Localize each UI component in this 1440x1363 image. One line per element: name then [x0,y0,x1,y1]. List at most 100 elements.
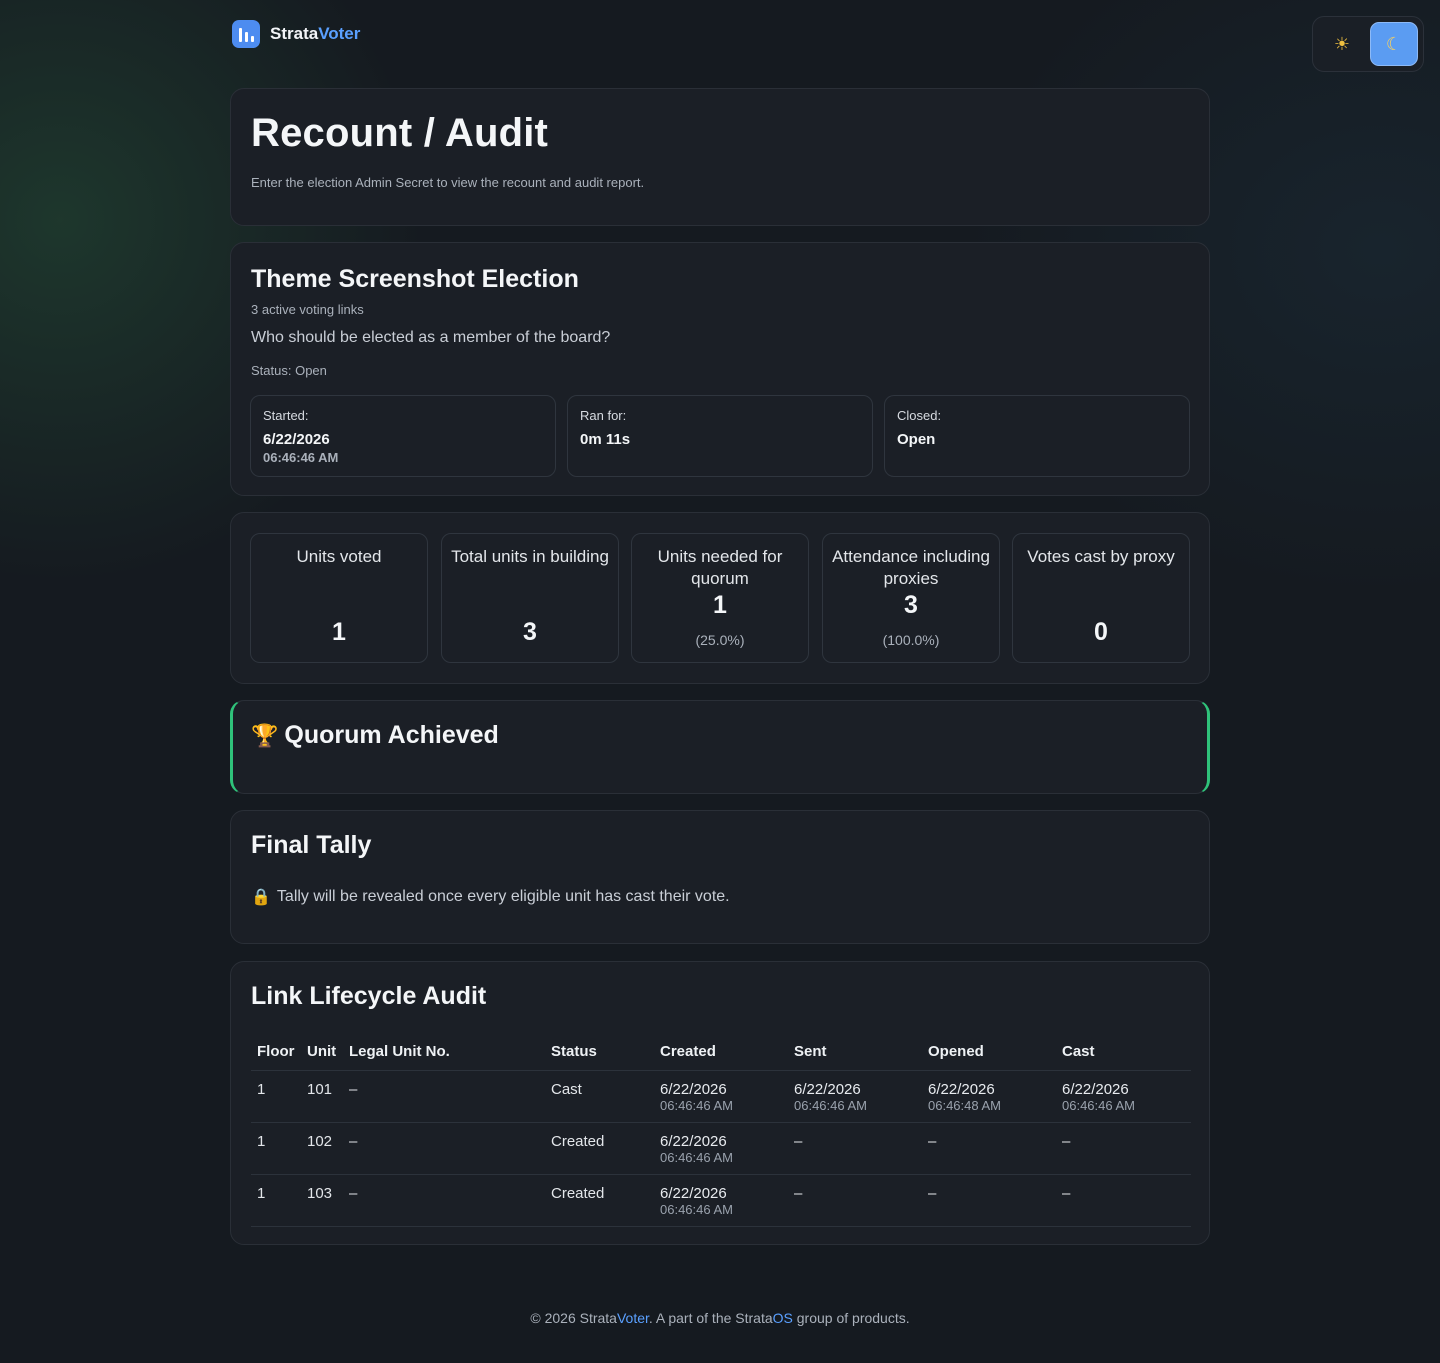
cell-opened: – [922,1174,1056,1226]
moon-icon[interactable]: ☾ [1370,22,1418,66]
ran-for-value: 0m 11s [580,431,631,448]
theme-toggle: ☀ ☾ [1312,16,1424,72]
metric-label: Units voted [296,547,382,566]
cell-cast: 6/22/2026 06:46:46 AM [1056,1070,1191,1122]
metric-quorum-needed: Units needed for quorum 1 (25.0%) [631,533,809,663]
metric-value: 0 [1094,618,1108,646]
column-header: Status [551,1043,597,1061]
cell-date: 6/22/2026 [794,1080,861,1098]
cell-time: 06:46:46 AM [794,1097,867,1113]
ran-for-box: Ran for: 0m 11s [567,395,873,477]
cell-time: 06:46:46 AM [1062,1097,1135,1113]
column-header: Created [660,1043,716,1061]
column-header: Legal Unit No. [349,1043,450,1061]
cell-date: 6/22/2026 [660,1184,727,1202]
footer-voter-link[interactable]: Voter [617,1310,649,1326]
audit-card: Link Lifecycle Audit Floor Unit Legal Un… [230,961,1210,1245]
cell-sent: – [788,1122,922,1174]
cell-legal-unit: – [349,1184,358,1202]
election-question: Who should be elected as a member of the… [251,329,611,346]
audit-title: Link Lifecycle Audit [251,982,487,1010]
cell-created: 6/22/2026 06:46:46 AM [654,1174,788,1226]
metric-value: 3 [904,591,918,619]
brand-logo-icon [232,20,260,48]
started-label: Started: [263,408,309,423]
cell-cast: – [1056,1122,1191,1174]
cell-status: Created [551,1132,605,1150]
cell-legal-unit: – [349,1080,358,1098]
cell-opened: – [922,1122,1056,1174]
cell-created: 6/22/2026 06:46:46 AM [654,1070,788,1122]
cell-floor: 1 [257,1184,266,1202]
footer-middle: . A part of the Strata [648,1310,773,1326]
footer: © 2026 StrataVoter. A part of the Strata… [0,1310,1440,1326]
cell-sent: 6/22/2026 06:46:46 AM [788,1070,922,1122]
cell-date: – [928,1132,937,1150]
cell-time: 06:46:48 AM [928,1097,1001,1113]
started-date: 6/22/2026 [263,431,330,448]
cell-date: 6/22/2026 [928,1080,995,1098]
page-subtitle: Enter the election Admin Secret to view … [251,175,645,190]
cell-unit: 103 [307,1184,333,1202]
active-links-count: 3 active voting links [251,302,364,317]
table-row: 1 103 – Created 6/22/2026 06:46:46 AM – –… [251,1174,1191,1226]
metrics-card: Units voted 1 Total units in building 3 … [230,512,1210,684]
cell-date: – [794,1184,803,1202]
metric-value: 1 [332,618,346,646]
lock-icon: 🔒 [251,889,271,906]
cell-date: – [1062,1132,1071,1150]
closed-label: Closed: [897,408,942,423]
header-card: Recount / Audit Enter the election Admin… [230,88,1210,226]
started-box: Started: 6/22/2026 06:46:46 AM [250,395,556,477]
cell-time: 06:46:46 AM [660,1149,733,1165]
quorum-status-text: Quorum Achieved [284,721,499,749]
table-row: 1 101 – Cast 6/22/2026 06:46:46 AM 6/22/2… [251,1070,1191,1122]
cell-date: 6/22/2026 [660,1080,727,1098]
metric-value: 3 [523,618,537,646]
election-card: Theme Screenshot Election 3 active votin… [230,242,1210,496]
cell-unit: 102 [307,1132,333,1150]
final-tally-title: Final Tally [251,831,372,859]
metric-percent: (25.0%) [695,632,745,648]
brand-name: StrataVoter [270,24,360,44]
election-status: Status: Open [251,363,327,378]
cell-status: Cast [551,1080,582,1098]
cell-cast: – [1056,1174,1191,1226]
cell-time: 06:46:46 AM [660,1097,733,1113]
quorum-card: 🏆 Quorum Achieved [230,700,1210,794]
sun-icon[interactable]: ☀ [1318,22,1366,66]
closed-value: Open [897,431,936,448]
brand[interactable]: StrataVoter [232,20,360,48]
metric-value: 1 [713,591,727,619]
trophy-icon: 🏆 [251,722,279,748]
column-header: Cast [1062,1043,1095,1061]
footer-os-link[interactable]: OS [773,1310,793,1326]
table-row: 1 102 – Created 6/22/2026 06:46:46 AM – –… [251,1122,1191,1174]
cell-legal-unit: – [349,1132,358,1150]
cell-sent: – [788,1174,922,1226]
cell-floor: 1 [257,1132,266,1150]
closed-box: Closed: Open [884,395,1190,477]
cell-unit: 101 [307,1080,333,1098]
tally-message: Tally will be revealed once every eligib… [276,888,730,905]
final-tally-card: Final Tally 🔒 Tally will be revealed onc… [230,810,1210,944]
column-header: Floor [257,1043,295,1061]
audit-table: Floor Unit Legal Unit No. Status Created… [251,1034,1191,1227]
started-time: 06:46:46 AM [263,450,339,465]
metric-proxy-votes: Votes cast by proxy 0 [1012,533,1190,663]
footer-suffix: group of products. [792,1310,910,1326]
metric-label: Votes cast by proxy [1027,547,1175,566]
brand-name-part2: Voter [318,24,361,43]
column-header: Opened [928,1043,984,1061]
metric-units-voted: Units voted 1 [250,533,428,663]
metric-total-units: Total units in building 3 [441,533,619,663]
cell-date: 6/22/2026 [660,1132,727,1150]
cell-date: – [928,1184,937,1202]
column-header: Unit [307,1043,337,1061]
cell-floor: 1 [257,1080,266,1098]
brand-name-part1: Strata [270,24,319,43]
metric-label: Units needed for quorum [657,547,783,588]
election-name: Theme Screenshot Election [251,265,579,293]
cell-status: Created [551,1184,605,1202]
table-header-row: Floor Unit Legal Unit No. Status Created… [251,1034,1191,1070]
